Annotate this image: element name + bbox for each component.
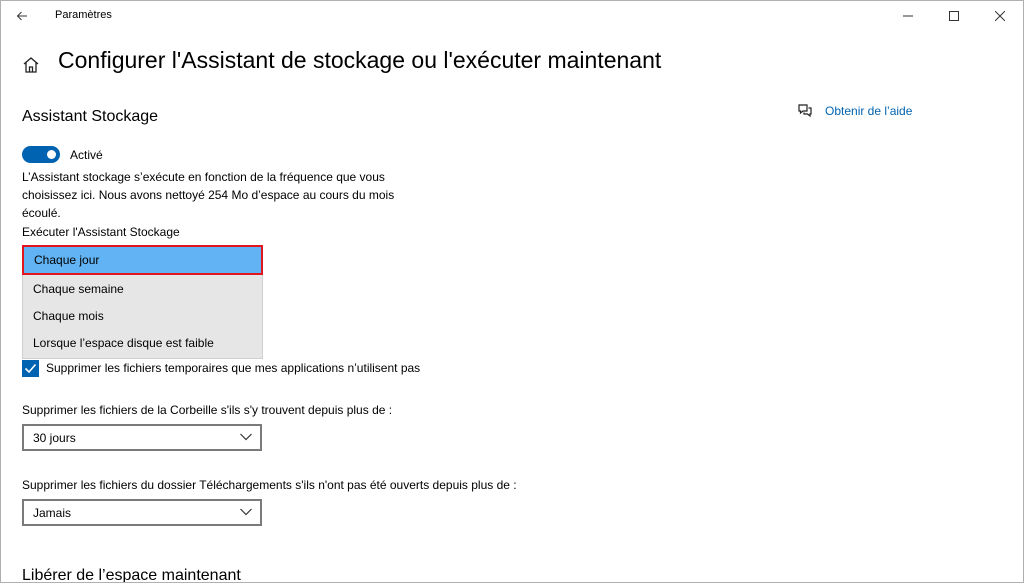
toggle-knob [47, 150, 56, 159]
downloads-label: Supprimer les fichiers du dossier Téléch… [22, 478, 517, 492]
recycle-bin-value: 30 jours [33, 431, 76, 445]
home-icon [23, 57, 39, 73]
run-option-monthly[interactable]: Chaque mois [23, 302, 262, 329]
run-option-low-disk[interactable]: Lorsque l’espace disque est faible [23, 329, 262, 356]
page-title: Configurer l'Assistant de stockage ou l'… [58, 47, 662, 73]
run-frequency-dropdown-list: Chaque jour Chaque semaine Chaque mois L… [22, 245, 263, 359]
help-chat-icon [797, 102, 813, 118]
get-help-link[interactable]: Obtenir de l’aide [825, 104, 912, 118]
checkmark-icon [24, 363, 37, 374]
toggle-state-label: Activé [70, 148, 103, 162]
back-button[interactable] [3, 1, 41, 31]
free-space-heading: Libérer de l’espace maintenant [22, 567, 241, 583]
settings-window: Paramètres Configurer l'Assistant de sto… [0, 0, 1024, 583]
temp-files-checkbox[interactable] [22, 360, 39, 377]
maximize-icon [949, 11, 959, 21]
close-icon [995, 11, 1005, 21]
recycle-bin-label: Supprimer les fichiers de la Corbeille s… [22, 403, 393, 417]
run-option-daily[interactable]: Chaque jour [22, 245, 263, 275]
arrow-left-icon [16, 11, 27, 21]
minimize-button[interactable] [885, 1, 931, 31]
title-bar: Paramètres [1, 1, 1023, 31]
minimize-icon [903, 15, 913, 17]
maximize-button[interactable] [931, 1, 977, 31]
storage-sense-description: L’Assistant stockage s’exécute en foncti… [22, 170, 395, 220]
downloads-select[interactable]: Jamais [22, 499, 262, 526]
run-frequency-label: Exécuter l'Assistant Stockage [22, 225, 180, 239]
close-button[interactable] [977, 1, 1023, 31]
chevron-down-icon [240, 433, 252, 441]
storage-sense-toggle[interactable] [22, 146, 60, 163]
app-title: Paramètres [55, 9, 112, 21]
downloads-value: Jamais [33, 506, 72, 520]
chevron-down-icon [240, 508, 252, 516]
temp-files-label: Supprimer les fichiers temporaires que m… [46, 361, 421, 375]
home-button[interactable] [21, 55, 41, 75]
recycle-bin-select[interactable]: 30 jours [22, 424, 262, 451]
storage-sense-heading: Assistant Stockage [22, 108, 159, 125]
run-option-weekly[interactable]: Chaque semaine [23, 275, 262, 302]
